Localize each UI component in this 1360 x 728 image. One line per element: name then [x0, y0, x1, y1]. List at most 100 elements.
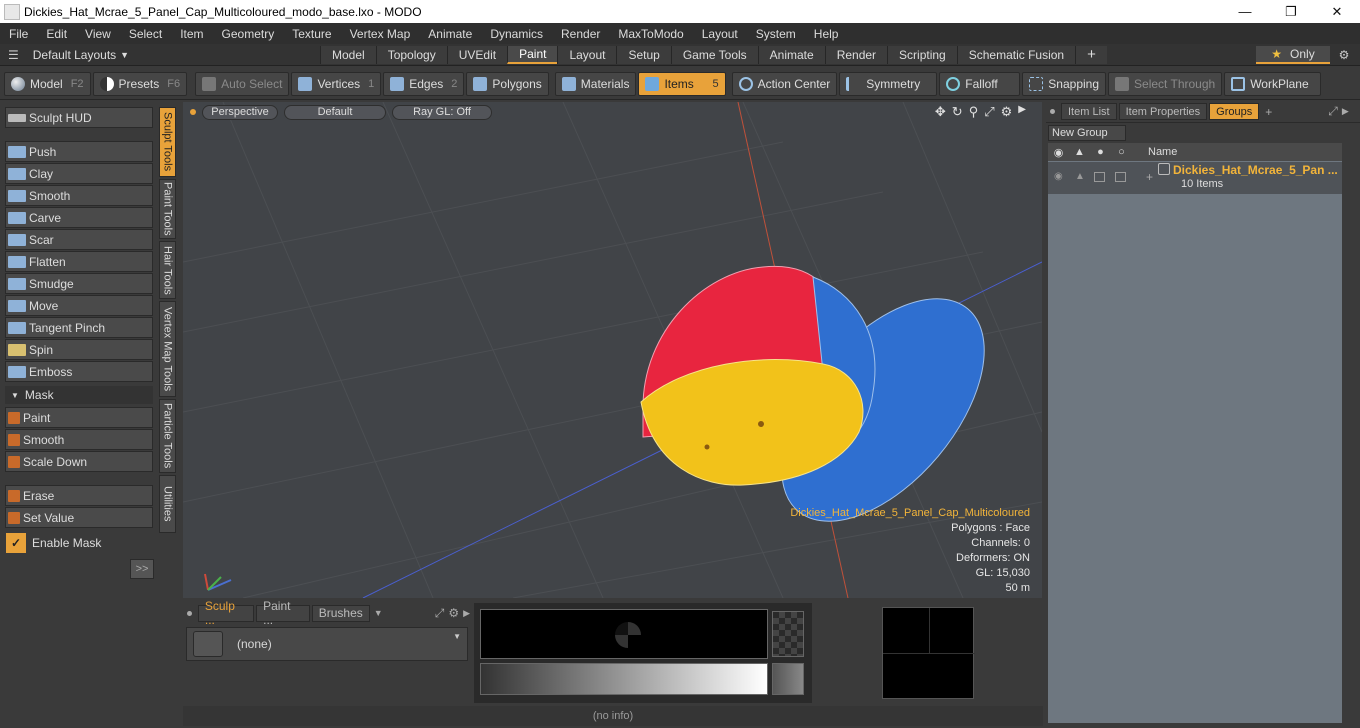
minimize-button[interactable]: — [1222, 0, 1268, 23]
tool-emboss[interactable]: Emboss [5, 361, 153, 382]
gear-icon[interactable]: ⚙ [1001, 104, 1013, 120]
group-row[interactable]: ◉ ▲ + Dickies_Hat_Mcrae_5_Pan ... 10 Ite… [1048, 162, 1342, 194]
tab-schematic-fusion[interactable]: Schematic Fusion [956, 45, 1076, 64]
new-group-button[interactable]: New Group [1048, 125, 1126, 141]
menu-item[interactable]: Item [171, 27, 212, 41]
add-tab-icon[interactable]: + [1265, 105, 1272, 119]
viewport-menu-dot[interactable] [190, 109, 196, 115]
items-button[interactable]: Items 5 [638, 71, 726, 96]
lock-icon[interactable]: ● [1090, 146, 1111, 158]
chevron-down-icon[interactable]: ▼ [374, 608, 383, 618]
menu-texture[interactable]: Texture [283, 27, 340, 41]
menu-edit[interactable]: Edit [37, 27, 76, 41]
panel-maximize-icon[interactable]: ⤢ [1328, 104, 1338, 119]
mask-set-value[interactable]: Set Value [5, 507, 153, 528]
color-preview[interactable] [480, 609, 768, 659]
mask-scale-down[interactable]: Scale Down [5, 451, 153, 472]
tab-render[interactable]: Render [824, 45, 888, 64]
symmetry-button[interactable]: Symmetry [839, 71, 938, 96]
tab-topology[interactable]: Topology [375, 45, 447, 64]
tool-smudge[interactable]: Smudge [5, 273, 153, 294]
3d-viewport[interactable]: Perspective Default Ray GL: Off ✥ ↻ ⚲ ⤢ … [183, 102, 1042, 598]
tool-spin[interactable]: Spin [5, 339, 153, 360]
menu-geometry[interactable]: Geometry [213, 27, 284, 41]
vtab-hair-tools[interactable]: Hair Tools [159, 241, 176, 299]
visibility-eye-icon[interactable]: ◉ [1054, 171, 1063, 182]
tab-model[interactable]: Model [320, 45, 376, 64]
edges-button[interactable]: Edges 2 [383, 71, 465, 96]
gear-icon[interactable]: ⚙ [448, 606, 459, 620]
uv-preview[interactable] [882, 607, 975, 699]
auto-select-button[interactable]: Auto Select [195, 71, 290, 96]
snapping-button[interactable]: Snapping [1022, 71, 1107, 96]
arrow-right-icon[interactable]: ▶ [1018, 104, 1026, 120]
vtab-utilities[interactable]: Utilities [159, 475, 176, 533]
tab-groups[interactable]: Groups [1209, 103, 1260, 120]
menu-help[interactable]: Help [805, 27, 848, 41]
menu-vertex-map[interactable]: Vertex Map [341, 27, 420, 41]
tab-paint[interactable]: Paint ... [256, 599, 310, 627]
gear-icon[interactable]: ⚙ [1334, 46, 1354, 64]
close-button[interactable]: ✕ [1314, 0, 1360, 23]
menu-animate[interactable]: Animate [419, 27, 481, 41]
render-toggle-icon[interactable]: ▲ [1075, 171, 1085, 182]
tab-paint[interactable]: Paint [507, 45, 558, 64]
vertices-button[interactable]: Vertices 1 [291, 71, 382, 96]
model-mode-button[interactable]: Model F2 [4, 71, 91, 96]
expand-plus-icon[interactable]: + [1146, 170, 1153, 184]
only-toggle[interactable]: ★ Only [1256, 46, 1330, 64]
pan-icon[interactable]: ✥ [935, 104, 946, 120]
menu-maxtomodo[interactable]: MaxToModo [609, 27, 692, 41]
falloff-button[interactable]: Falloff [939, 71, 1021, 96]
tool-clay[interactable]: Clay [5, 163, 153, 184]
zoom-icon[interactable]: ⚲ [969, 104, 979, 120]
arrow-right-icon[interactable]: ▶ [463, 608, 470, 619]
tab-brushes[interactable]: Brushes [311, 604, 370, 622]
eye-icon[interactable]: ◉ [1048, 146, 1069, 159]
tab-item-list[interactable]: Item List [1061, 103, 1117, 120]
viewport-scene[interactable] [183, 102, 1042, 598]
vtab-particle-tools[interactable]: Particle Tools [159, 399, 176, 473]
select-through-button[interactable]: Select Through [1108, 71, 1223, 96]
workplane-button[interactable]: WorkPlane [1224, 71, 1322, 96]
vtab-vertex-map-tools[interactable]: Vertex Map Tools [159, 301, 176, 397]
raygl-dropdown[interactable]: Ray GL: Off [392, 104, 492, 120]
maximize-icon[interactable]: ⤢ [984, 104, 994, 120]
select-toggle-icon[interactable] [1115, 172, 1126, 182]
expand-button[interactable]: >> [130, 559, 154, 579]
tool-scar[interactable]: Scar [5, 229, 153, 250]
rotate-icon[interactable]: ↻ [952, 104, 963, 120]
vtab-paint-tools[interactable]: Paint Tools [159, 179, 176, 239]
action-center-button[interactable]: Action Center [731, 71, 838, 96]
tool-flatten[interactable]: Flatten [5, 251, 153, 272]
arrow-right-icon[interactable]: ▶ [1342, 106, 1349, 117]
menu-dynamics[interactable]: Dynamics [481, 27, 552, 41]
tab-item-properties[interactable]: Item Properties [1118, 103, 1208, 120]
tool-move[interactable]: Move [5, 295, 153, 316]
menu-render[interactable]: Render [552, 27, 609, 41]
tab-animate[interactable]: Animate [757, 45, 825, 64]
select-icon[interactable]: ○ [1111, 146, 1132, 158]
tab-setup[interactable]: Setup [616, 45, 671, 64]
tool-smooth[interactable]: Smooth [5, 185, 153, 206]
mask-erase[interactable]: Erase [5, 485, 153, 506]
checker-swatch[interactable] [772, 611, 804, 657]
tab-sculpt[interactable]: Sculp ... [197, 599, 255, 627]
panel-menu-dot[interactable] [1050, 109, 1055, 114]
panel-menu-dot[interactable] [187, 610, 192, 616]
materials-button[interactable]: Materials [554, 71, 637, 96]
vtab-sculpt-tools[interactable]: Sculpt Tools [159, 107, 176, 177]
mask-smooth[interactable]: Smooth [5, 429, 153, 450]
menu-view[interactable]: View [76, 27, 120, 41]
lock-toggle-icon[interactable] [1094, 172, 1105, 182]
sculpt-hud-button[interactable]: Sculpt HUD [5, 107, 153, 128]
menu-layout[interactable]: Layout [693, 27, 747, 41]
mask-paint[interactable]: Paint [5, 407, 153, 428]
tab-layout[interactable]: Layout [557, 45, 617, 64]
render-icon[interactable]: ▲ [1069, 146, 1090, 158]
menu-select[interactable]: Select [120, 27, 171, 41]
menu-file[interactable]: File [0, 27, 37, 41]
view-type-dropdown[interactable]: Perspective [202, 104, 278, 120]
presets-button[interactable]: Presets F6 [92, 71, 188, 96]
default-layouts-dropdown[interactable]: ☰ Default Layouts ▼ [0, 48, 320, 62]
